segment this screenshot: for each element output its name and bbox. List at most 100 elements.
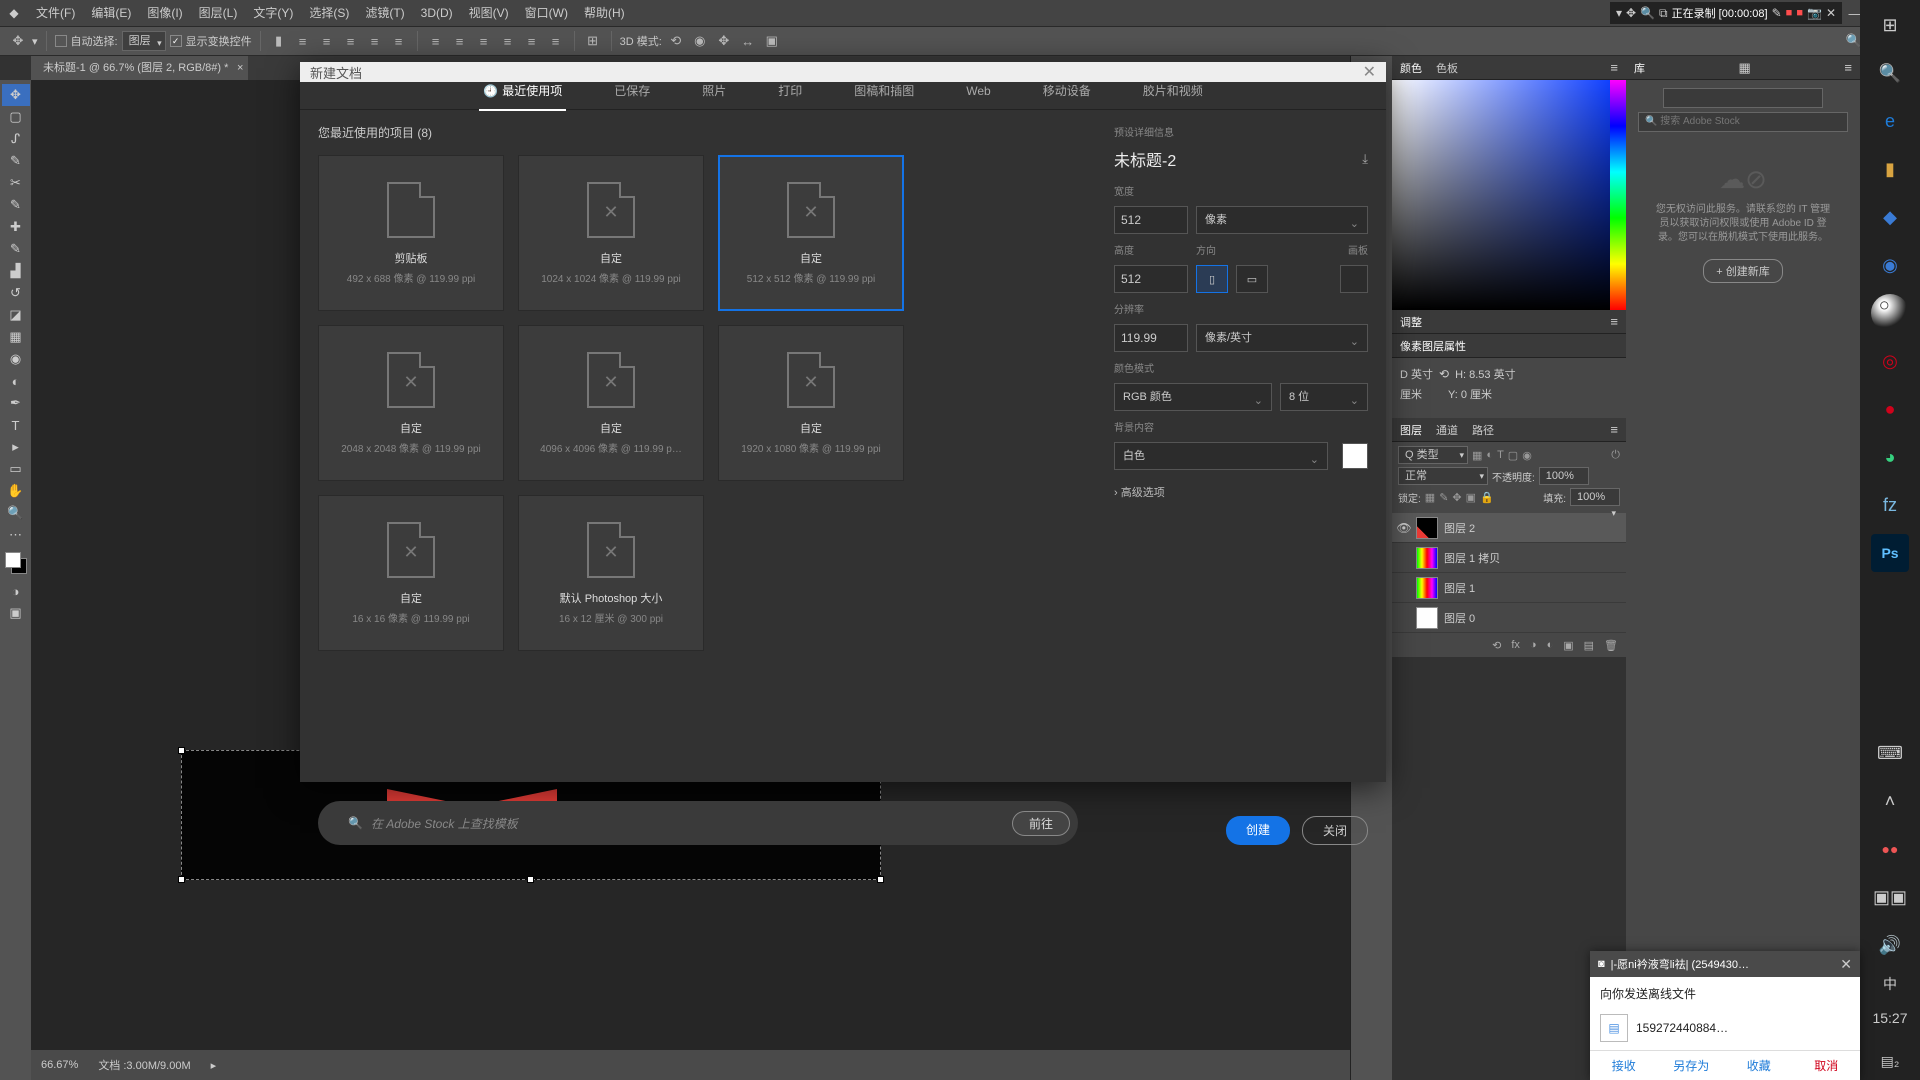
chat-close-icon[interactable]: ✕: [1840, 956, 1852, 973]
task-notifications-icon[interactable]: ▤₂: [1871, 1042, 1909, 1080]
panel-menu-icon[interactable]: ≡: [1610, 422, 1618, 437]
tab-properties[interactable]: 像素图层属性: [1400, 338, 1466, 354]
zoom-tool[interactable]: 🔍: [2, 502, 30, 524]
3d-zoom-icon[interactable]: ▣: [762, 31, 782, 51]
fill-dropdown[interactable]: 100%: [1570, 488, 1620, 506]
background-dropdown[interactable]: 白色: [1114, 442, 1328, 470]
menu-select[interactable]: 选择(S): [301, 0, 357, 26]
distribute-5-icon[interactable]: ≡: [522, 31, 542, 51]
dialog-titlebar[interactable]: 新建文档 ✕: [300, 62, 1386, 82]
filter-pixel-icon[interactable]: ▦: [1472, 449, 1482, 462]
link-layers-icon[interactable]: ⟲: [1492, 639, 1501, 652]
resolution-unit-dropdown[interactable]: 像素/英寸: [1196, 324, 1368, 352]
align-middle-icon[interactable]: ≡: [365, 31, 385, 51]
tab-channels[interactable]: 通道: [1436, 422, 1458, 438]
color-mode-dropdown[interactable]: RGB 颜色: [1114, 383, 1272, 411]
task-music-icon[interactable]: ◎: [1871, 342, 1909, 380]
layer-name[interactable]: 图层 1: [1444, 580, 1475, 596]
task-search-icon[interactable]: 🔍: [1871, 54, 1909, 92]
color-swatch[interactable]: [5, 552, 27, 574]
menu-view[interactable]: 视图(V): [461, 0, 517, 26]
crop-tool[interactable]: ✂: [2, 172, 30, 194]
tab-adjustments[interactable]: 调整: [1400, 314, 1422, 330]
blur-tool[interactable]: ◉: [2, 348, 30, 370]
task-wechat-icon[interactable]: ◕: [1871, 438, 1909, 476]
layer-row[interactable]: 图层 1: [1392, 573, 1626, 603]
doc-info-chevron-icon[interactable]: ▸: [211, 1059, 217, 1072]
orientation-landscape[interactable]: ▭: [1236, 265, 1268, 293]
shape-tool[interactable]: ▭: [2, 458, 30, 480]
rec-edit-icon[interactable]: ✎: [1772, 6, 1782, 20]
adjustment-layer-icon[interactable]: ◐: [1547, 639, 1554, 651]
distribute-4-icon[interactable]: ≡: [498, 31, 518, 51]
menu-image[interactable]: 图像(I): [139, 0, 190, 26]
rec-close-icon[interactable]: ✕: [1826, 6, 1836, 20]
tab-print[interactable]: 打印: [774, 82, 806, 109]
link-dims-icon[interactable]: ⟲: [1439, 367, 1449, 381]
layer-thumb[interactable]: [1416, 607, 1438, 629]
create-library-button[interactable]: + 创建新库: [1703, 259, 1782, 283]
dialog-close-icon[interactable]: ✕: [1363, 62, 1376, 82]
close-button[interactable]: 关闭: [1302, 816, 1368, 845]
auto-select-checkbox[interactable]: [55, 35, 67, 47]
new-layer-icon[interactable]: ▤: [1584, 639, 1594, 652]
color-picker[interactable]: [1392, 80, 1626, 310]
preset-item[interactable]: 自定 512 x 512 像素 @ 119.99 ppi: [718, 155, 904, 311]
distribute-1-icon[interactable]: ≡: [426, 31, 446, 51]
task-tray2-icon[interactable]: ▣▣: [1871, 878, 1909, 916]
blend-mode-dropdown[interactable]: 正常: [1398, 467, 1488, 485]
filter-adjust-icon[interactable]: ◐: [1486, 449, 1493, 461]
task-explorer-icon[interactable]: ▮: [1871, 150, 1909, 188]
preset-item[interactable]: 剪贴板 492 x 688 像素 @ 119.99 ppi: [318, 155, 504, 311]
panel-menu-icon[interactable]: ≡: [1610, 314, 1618, 329]
tab-recent[interactable]: 🕘最近使用项: [479, 82, 566, 109]
layer-thumb[interactable]: [1416, 517, 1438, 539]
path-select-tool[interactable]: ▸: [2, 436, 30, 458]
align-left-icon[interactable]: ▮: [269, 31, 289, 51]
show-transform-checkbox[interactable]: ✓: [170, 35, 182, 47]
menu-help[interactable]: 帮助(H): [576, 0, 633, 26]
transform-handle[interactable]: [527, 876, 534, 883]
layer-filter-dropdown[interactable]: Q 类型: [1398, 446, 1468, 464]
tab-web[interactable]: Web: [962, 84, 994, 108]
width-input[interactable]: [1114, 206, 1188, 234]
eyedropper-tool[interactable]: ✎: [2, 194, 30, 216]
quick-mask-tool[interactable]: ◑: [2, 580, 30, 602]
height-input[interactable]: [1114, 265, 1188, 293]
layer-name[interactable]: 图层 2: [1444, 520, 1475, 536]
advanced-options-toggle[interactable]: › 高级选项: [1114, 484, 1368, 500]
tab-swatches[interactable]: 色板: [1436, 60, 1458, 76]
tab-film[interactable]: 胶片和视频: [1139, 82, 1207, 109]
task-tray1-icon[interactable]: ●●: [1871, 830, 1909, 868]
visibility-icon[interactable]: 👁: [1392, 521, 1416, 535]
layer-name[interactable]: 图层 1 拷贝: [1444, 550, 1500, 566]
lasso-tool[interactable]: ᔑ: [2, 128, 30, 150]
orientation-portrait[interactable]: ▯: [1196, 265, 1228, 293]
save-preset-icon[interactable]: ⤓: [1362, 151, 1368, 167]
preset-item[interactable]: 自定 16 x 16 像素 @ 119.99 ppi: [318, 495, 504, 651]
chat-file[interactable]: ▤ 159272440884…: [1590, 1010, 1860, 1050]
task-up-icon[interactable]: ˄: [1871, 782, 1909, 820]
hand-tool[interactable]: ✋: [2, 480, 30, 502]
filter-smart-icon[interactable]: ◉: [1522, 449, 1532, 462]
stamp-tool[interactable]: ▟: [2, 260, 30, 282]
task-lang[interactable]: 中: [1883, 974, 1897, 994]
rec-target-icon[interactable]: ✥: [1626, 6, 1636, 20]
rec-dropdown-icon[interactable]: ▾: [1616, 6, 1622, 20]
filter-shape-icon[interactable]: ▢: [1508, 449, 1518, 462]
3d-slide-icon[interactable]: ↔: [738, 31, 758, 51]
screen-mode-tool[interactable]: ▣: [2, 602, 30, 624]
color-field[interactable]: [1392, 80, 1610, 310]
distribute-6-icon[interactable]: ≡: [546, 31, 566, 51]
artboard-checkbox[interactable]: [1340, 265, 1368, 293]
tab-library[interactable]: 库: [1634, 60, 1645, 76]
gradient-tool[interactable]: ▦: [2, 326, 30, 348]
chat-header[interactable]: ◙ |-愿ni衿液弯li祛| (2549430… ✕: [1590, 951, 1860, 977]
delete-layer-icon[interactable]: 🗑: [1604, 639, 1618, 652]
preset-item[interactable]: 默认 Photoshop 大小 16 x 12 厘米 @ 300 ppi: [518, 495, 704, 651]
lock-pixels-icon[interactable]: ▦: [1425, 491, 1435, 504]
stock-search-bar[interactable]: 🔍 在 Adobe Stock 上查找模板 前往: [318, 801, 1078, 845]
chat-accept-button[interactable]: 接收: [1590, 1051, 1658, 1080]
quick-select-tool[interactable]: ✎: [2, 150, 30, 172]
layer-row[interactable]: 图层 1 拷贝: [1392, 543, 1626, 573]
